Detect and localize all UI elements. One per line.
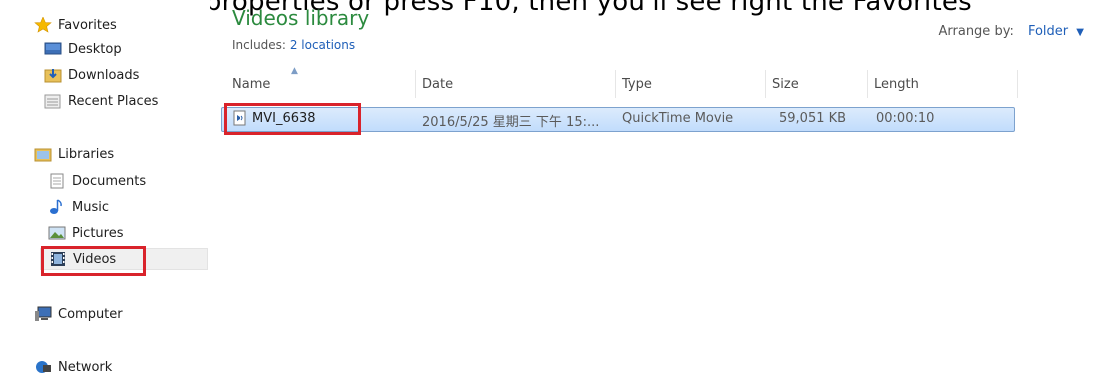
arrange-by-dropdown[interactable]: Folder [1028, 24, 1068, 39]
column-header-type[interactable]: Type [616, 70, 766, 98]
nav-downloads[interactable]: Downloads [44, 64, 139, 86]
nav-music[interactable]: Music [48, 196, 109, 218]
nav-pictures-label: Pictures [72, 225, 124, 241]
file-name: MVI_6638 [252, 111, 316, 126]
chevron-down-icon[interactable]: ▼ [1076, 27, 1084, 38]
column-header-type-label: Type [622, 76, 652, 92]
file-list-pane: Videos library Includes: 2 locations Arr… [210, 0, 1110, 372]
video-file-icon [232, 110, 248, 130]
column-header-size-label: Size [772, 76, 799, 92]
navigation-pane: Favorites Desktop Downloads Recent Place… [0, 0, 210, 375]
library-title: Videos library [232, 6, 370, 30]
nav-music-label: Music [72, 199, 109, 215]
arrange-by-label: Arrange by: [938, 24, 1014, 39]
pictures-icon [48, 225, 66, 241]
film-icon [49, 251, 67, 267]
file-date: 2016/5/25 星期三 下午 15:... [422, 115, 600, 130]
nav-desktop-label: Desktop [68, 41, 122, 57]
nav-desktop[interactable]: Desktop [44, 38, 122, 60]
nav-recent-places[interactable]: Recent Places [44, 90, 158, 112]
nav-libraries-label: Libraries [58, 146, 115, 162]
library-includes: Includes: 2 locations [232, 38, 355, 52]
column-header-length-label: Length [874, 76, 919, 92]
column-header-date-label: Date [422, 76, 454, 92]
recent-places-icon [44, 93, 62, 109]
nav-favorites[interactable]: Favorites [34, 14, 117, 36]
star-icon [34, 16, 52, 33]
column-header-name[interactable]: ▲ Name [226, 66, 416, 98]
libraries-icon [34, 146, 52, 162]
nav-videos-label: Videos [73, 251, 117, 267]
nav-documents-label: Documents [72, 173, 147, 189]
nav-favorites-label: Favorites [58, 17, 117, 33]
nav-libraries[interactable]: Libraries [34, 143, 114, 165]
network-icon [34, 359, 52, 375]
desktop-icon [44, 41, 62, 57]
nav-downloads-label: Downloads [68, 67, 140, 83]
column-header-name-label: Name [232, 76, 271, 92]
nav-computer[interactable]: Computer [34, 303, 123, 325]
file-row[interactable]: MVI_6638 2016/5/25 星期三 下午 15:... QuickTi… [221, 107, 1015, 132]
nav-network-label: Network [58, 359, 113, 375]
sort-ascending-icon: ▲ [291, 66, 298, 76]
file-type: QuickTime Movie [622, 111, 734, 126]
nav-documents[interactable]: Documents [48, 170, 146, 192]
nav-recent-places-label: Recent Places [68, 93, 159, 109]
downloads-folder-icon [44, 67, 62, 83]
file-size: 59,051 KB [779, 111, 847, 126]
nav-network[interactable]: Network [34, 356, 112, 378]
nav-computer-label: Computer [58, 306, 123, 322]
computer-icon [34, 306, 52, 322]
document-icon [48, 173, 66, 189]
includes-label: Includes: [232, 38, 286, 52]
column-header-length[interactable]: Length [868, 70, 1018, 98]
file-length: 00:00:10 [876, 111, 935, 126]
nav-pictures[interactable]: Pictures [48, 222, 123, 244]
includes-locations-link[interactable]: 2 locations [290, 38, 355, 52]
nav-videos[interactable]: Videos [40, 248, 208, 270]
arrange-by: Arrange by: Folder ▼ [939, 24, 1085, 39]
music-note-icon [48, 199, 66, 215]
column-header-size[interactable]: Size [766, 70, 868, 98]
column-header-date[interactable]: Date [416, 70, 616, 98]
